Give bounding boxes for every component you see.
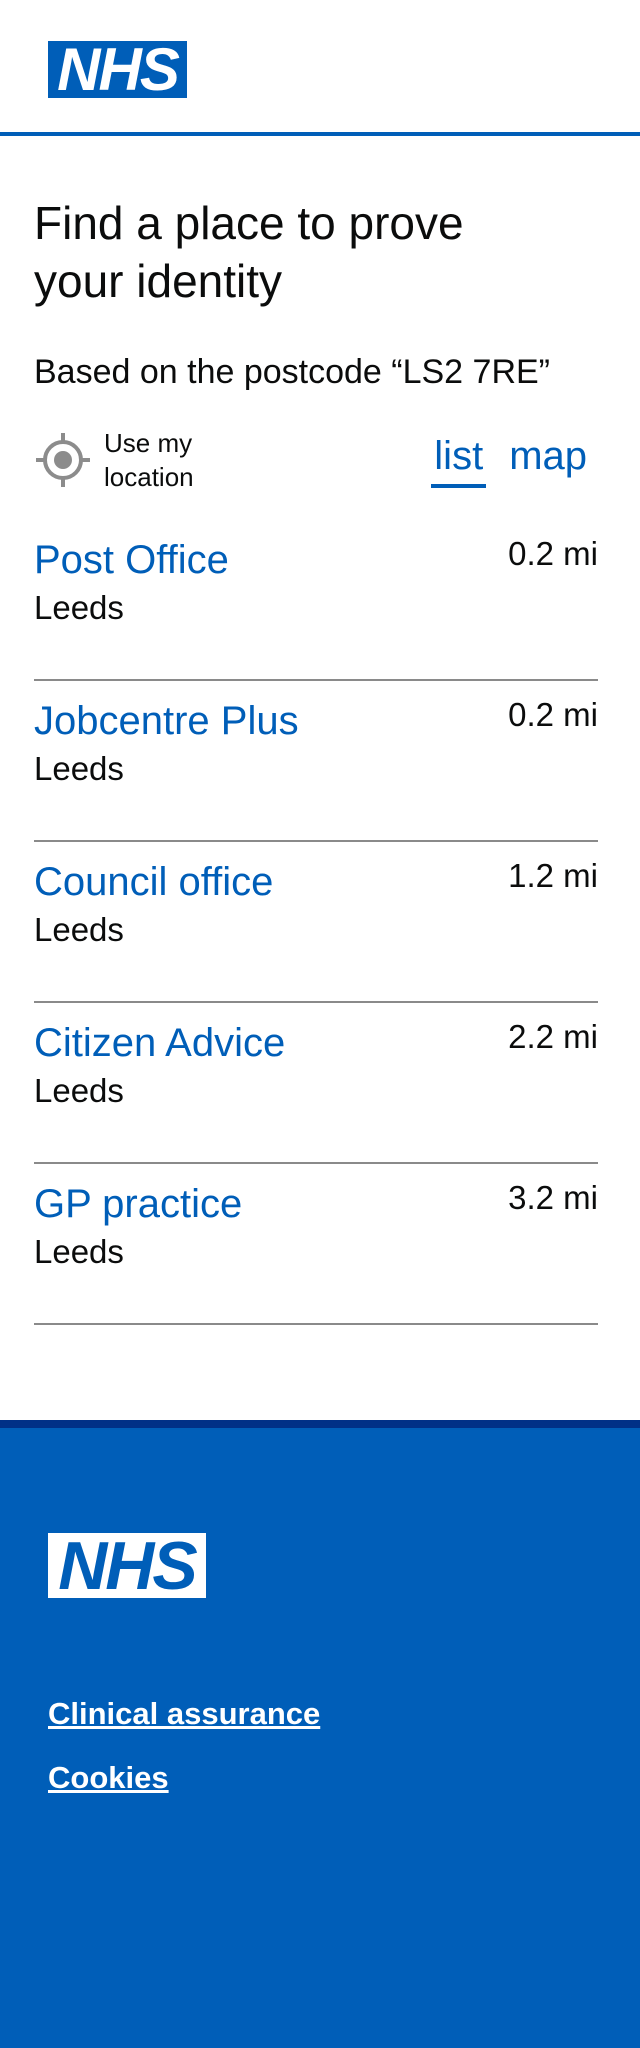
result-distance: 0.2 mi: [508, 535, 598, 572]
clinical-assurance-link[interactable]: Clinical assurance: [48, 1694, 320, 1734]
list-item: Post Office Leeds 0.2 mi: [34, 520, 598, 681]
results-list: Post Office Leeds 0.2 mi Jobcentre Plus …: [34, 520, 598, 1325]
list-item: Citizen Advice Leeds 2.2 mi: [34, 1003, 598, 1164]
postcode-subtitle: Based on the postcode “LS2 7RE”: [34, 353, 550, 391]
use-my-location-label: Use my location: [104, 428, 194, 492]
page-title: Find a place to prove your identity: [34, 197, 464, 307]
tab-map[interactable]: map: [506, 428, 590, 488]
result-name-link[interactable]: Citizen Advice: [34, 1019, 285, 1067]
cookies-link[interactable]: Cookies: [48, 1758, 169, 1798]
list-item: Jobcentre Plus Leeds 0.2 mi: [34, 681, 598, 842]
crosshair-icon: [36, 433, 90, 487]
nhs-logo[interactable]: NHS: [48, 36, 187, 103]
result-distance: 3.2 mi: [508, 1179, 598, 1216]
site-footer: NHS Clinical assurance Cookies: [0, 1420, 640, 2048]
footer-nhs-logo[interactable]: NHS: [48, 1528, 206, 1604]
result-city: Leeds: [34, 911, 124, 948]
list-item: Council office Leeds 1.2 mi: [34, 842, 598, 1003]
result-name-link[interactable]: Post Office: [34, 536, 229, 584]
result-name-link[interactable]: Council office: [34, 858, 273, 906]
result-name-link[interactable]: Jobcentre Plus: [34, 697, 299, 745]
result-distance: 1.2 mi: [508, 857, 598, 894]
site-header: NHS: [0, 0, 640, 136]
result-city: Leeds: [34, 750, 124, 787]
result-city: Leeds: [34, 1233, 124, 1270]
use-my-location-button[interactable]: Use my location: [34, 426, 244, 494]
result-name-link[interactable]: GP practice: [34, 1180, 242, 1228]
tab-list[interactable]: list: [431, 428, 487, 488]
list-item: GP practice Leeds 3.2 mi: [34, 1164, 598, 1325]
result-distance: 0.2 mi: [508, 696, 598, 733]
result-city: Leeds: [34, 589, 124, 626]
result-distance: 2.2 mi: [508, 1018, 598, 1055]
view-tabs: list map: [411, 428, 590, 488]
result-city: Leeds: [34, 1072, 124, 1109]
